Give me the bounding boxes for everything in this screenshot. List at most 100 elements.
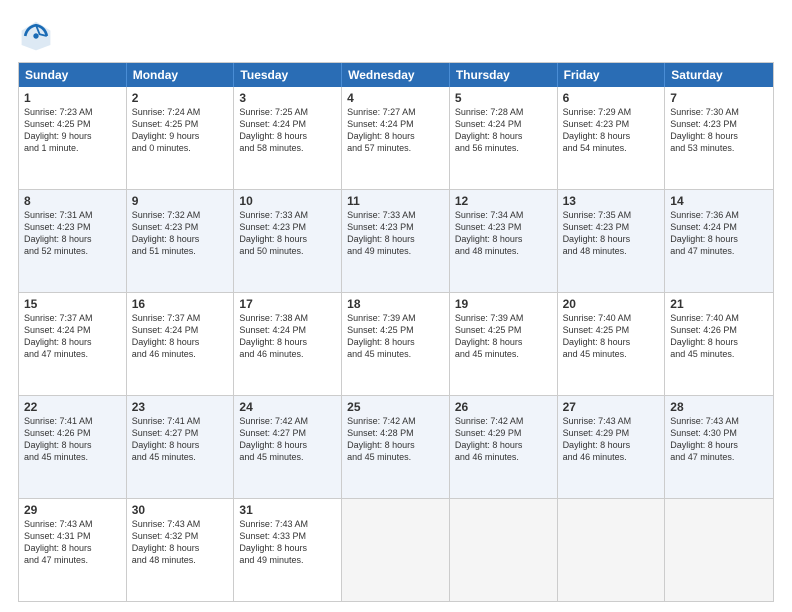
day-info: Sunrise: 7:25 AMSunset: 4:24 PMDaylight:…: [239, 106, 336, 155]
day-number: 24: [239, 400, 336, 414]
day-header-tuesday: Tuesday: [234, 63, 342, 87]
logo-icon: [18, 18, 54, 54]
day-info: Sunrise: 7:43 AMSunset: 4:33 PMDaylight:…: [239, 518, 336, 567]
day-cell-14: 14Sunrise: 7:36 AMSunset: 4:24 PMDayligh…: [665, 190, 773, 292]
day-info: Sunrise: 7:43 AMSunset: 4:30 PMDaylight:…: [670, 415, 768, 464]
day-info: Sunrise: 7:41 AMSunset: 4:26 PMDaylight:…: [24, 415, 121, 464]
day-number: 19: [455, 297, 552, 311]
day-number: 23: [132, 400, 229, 414]
day-cell-12: 12Sunrise: 7:34 AMSunset: 4:23 PMDayligh…: [450, 190, 558, 292]
day-number: 15: [24, 297, 121, 311]
day-cell-8: 8Sunrise: 7:31 AMSunset: 4:23 PMDaylight…: [19, 190, 127, 292]
day-info: Sunrise: 7:38 AMSunset: 4:24 PMDaylight:…: [239, 312, 336, 361]
calendar-row-1: 8Sunrise: 7:31 AMSunset: 4:23 PMDaylight…: [19, 189, 773, 292]
calendar-row-3: 22Sunrise: 7:41 AMSunset: 4:26 PMDayligh…: [19, 395, 773, 498]
calendar-row-2: 15Sunrise: 7:37 AMSunset: 4:24 PMDayligh…: [19, 292, 773, 395]
day-number: 12: [455, 194, 552, 208]
day-number: 6: [563, 91, 660, 105]
day-info: Sunrise: 7:43 AMSunset: 4:31 PMDaylight:…: [24, 518, 121, 567]
day-cell-26: 26Sunrise: 7:42 AMSunset: 4:29 PMDayligh…: [450, 396, 558, 498]
day-cell-4: 4Sunrise: 7:27 AMSunset: 4:24 PMDaylight…: [342, 87, 450, 189]
day-cell-11: 11Sunrise: 7:33 AMSunset: 4:23 PMDayligh…: [342, 190, 450, 292]
day-header-saturday: Saturday: [665, 63, 773, 87]
day-cell-3: 3Sunrise: 7:25 AMSunset: 4:24 PMDaylight…: [234, 87, 342, 189]
day-number: 2: [132, 91, 229, 105]
day-info: Sunrise: 7:32 AMSunset: 4:23 PMDaylight:…: [132, 209, 229, 258]
day-cell-30: 30Sunrise: 7:43 AMSunset: 4:32 PMDayligh…: [127, 499, 235, 601]
day-number: 30: [132, 503, 229, 517]
day-info: Sunrise: 7:34 AMSunset: 4:23 PMDaylight:…: [455, 209, 552, 258]
day-info: Sunrise: 7:42 AMSunset: 4:27 PMDaylight:…: [239, 415, 336, 464]
day-cell-2: 2Sunrise: 7:24 AMSunset: 4:25 PMDaylight…: [127, 87, 235, 189]
day-info: Sunrise: 7:33 AMSunset: 4:23 PMDaylight:…: [347, 209, 444, 258]
day-number: 25: [347, 400, 444, 414]
day-cell-31: 31Sunrise: 7:43 AMSunset: 4:33 PMDayligh…: [234, 499, 342, 601]
day-number: 27: [563, 400, 660, 414]
page: SundayMondayTuesdayWednesdayThursdayFrid…: [0, 0, 792, 612]
day-info: Sunrise: 7:42 AMSunset: 4:28 PMDaylight:…: [347, 415, 444, 464]
day-cell-13: 13Sunrise: 7:35 AMSunset: 4:23 PMDayligh…: [558, 190, 666, 292]
day-cell-25: 25Sunrise: 7:42 AMSunset: 4:28 PMDayligh…: [342, 396, 450, 498]
day-cell-28: 28Sunrise: 7:43 AMSunset: 4:30 PMDayligh…: [665, 396, 773, 498]
day-info: Sunrise: 7:35 AMSunset: 4:23 PMDaylight:…: [563, 209, 660, 258]
empty-cell: [342, 499, 450, 601]
day-cell-17: 17Sunrise: 7:38 AMSunset: 4:24 PMDayligh…: [234, 293, 342, 395]
day-cell-23: 23Sunrise: 7:41 AMSunset: 4:27 PMDayligh…: [127, 396, 235, 498]
day-info: Sunrise: 7:33 AMSunset: 4:23 PMDaylight:…: [239, 209, 336, 258]
day-number: 14: [670, 194, 768, 208]
day-cell-9: 9Sunrise: 7:32 AMSunset: 4:23 PMDaylight…: [127, 190, 235, 292]
day-info: Sunrise: 7:28 AMSunset: 4:24 PMDaylight:…: [455, 106, 552, 155]
day-info: Sunrise: 7:41 AMSunset: 4:27 PMDaylight:…: [132, 415, 229, 464]
day-info: Sunrise: 7:40 AMSunset: 4:26 PMDaylight:…: [670, 312, 768, 361]
calendar-body: 1Sunrise: 7:23 AMSunset: 4:25 PMDaylight…: [19, 87, 773, 601]
day-cell-29: 29Sunrise: 7:43 AMSunset: 4:31 PMDayligh…: [19, 499, 127, 601]
empty-cell: [665, 499, 773, 601]
day-info: Sunrise: 7:42 AMSunset: 4:29 PMDaylight:…: [455, 415, 552, 464]
day-cell-7: 7Sunrise: 7:30 AMSunset: 4:23 PMDaylight…: [665, 87, 773, 189]
day-info: Sunrise: 7:39 AMSunset: 4:25 PMDaylight:…: [455, 312, 552, 361]
day-number: 29: [24, 503, 121, 517]
day-number: 1: [24, 91, 121, 105]
day-cell-15: 15Sunrise: 7:37 AMSunset: 4:24 PMDayligh…: [19, 293, 127, 395]
calendar-row-4: 29Sunrise: 7:43 AMSunset: 4:31 PMDayligh…: [19, 498, 773, 601]
day-info: Sunrise: 7:24 AMSunset: 4:25 PMDaylight:…: [132, 106, 229, 155]
day-cell-16: 16Sunrise: 7:37 AMSunset: 4:24 PMDayligh…: [127, 293, 235, 395]
day-number: 13: [563, 194, 660, 208]
day-cell-5: 5Sunrise: 7:28 AMSunset: 4:24 PMDaylight…: [450, 87, 558, 189]
day-info: Sunrise: 7:31 AMSunset: 4:23 PMDaylight:…: [24, 209, 121, 258]
day-info: Sunrise: 7:23 AMSunset: 4:25 PMDaylight:…: [24, 106, 121, 155]
logo: [18, 18, 60, 54]
day-cell-22: 22Sunrise: 7:41 AMSunset: 4:26 PMDayligh…: [19, 396, 127, 498]
day-number: 17: [239, 297, 336, 311]
day-number: 22: [24, 400, 121, 414]
day-number: 20: [563, 297, 660, 311]
empty-cell: [450, 499, 558, 601]
day-header-sunday: Sunday: [19, 63, 127, 87]
day-number: 18: [347, 297, 444, 311]
day-header-wednesday: Wednesday: [342, 63, 450, 87]
day-number: 11: [347, 194, 444, 208]
day-header-monday: Monday: [127, 63, 235, 87]
day-info: Sunrise: 7:40 AMSunset: 4:25 PMDaylight:…: [563, 312, 660, 361]
day-number: 5: [455, 91, 552, 105]
day-number: 8: [24, 194, 121, 208]
day-number: 3: [239, 91, 336, 105]
day-cell-21: 21Sunrise: 7:40 AMSunset: 4:26 PMDayligh…: [665, 293, 773, 395]
day-info: Sunrise: 7:37 AMSunset: 4:24 PMDaylight:…: [132, 312, 229, 361]
day-cell-24: 24Sunrise: 7:42 AMSunset: 4:27 PMDayligh…: [234, 396, 342, 498]
day-number: 21: [670, 297, 768, 311]
day-info: Sunrise: 7:29 AMSunset: 4:23 PMDaylight:…: [563, 106, 660, 155]
calendar: SundayMondayTuesdayWednesdayThursdayFrid…: [18, 62, 774, 602]
day-cell-18: 18Sunrise: 7:39 AMSunset: 4:25 PMDayligh…: [342, 293, 450, 395]
day-info: Sunrise: 7:27 AMSunset: 4:24 PMDaylight:…: [347, 106, 444, 155]
day-info: Sunrise: 7:36 AMSunset: 4:24 PMDaylight:…: [670, 209, 768, 258]
day-number: 16: [132, 297, 229, 311]
header: [18, 18, 774, 54]
day-info: Sunrise: 7:30 AMSunset: 4:23 PMDaylight:…: [670, 106, 768, 155]
day-cell-6: 6Sunrise: 7:29 AMSunset: 4:23 PMDaylight…: [558, 87, 666, 189]
day-number: 26: [455, 400, 552, 414]
calendar-row-0: 1Sunrise: 7:23 AMSunset: 4:25 PMDaylight…: [19, 87, 773, 189]
day-header-thursday: Thursday: [450, 63, 558, 87]
day-info: Sunrise: 7:37 AMSunset: 4:24 PMDaylight:…: [24, 312, 121, 361]
day-info: Sunrise: 7:43 AMSunset: 4:32 PMDaylight:…: [132, 518, 229, 567]
